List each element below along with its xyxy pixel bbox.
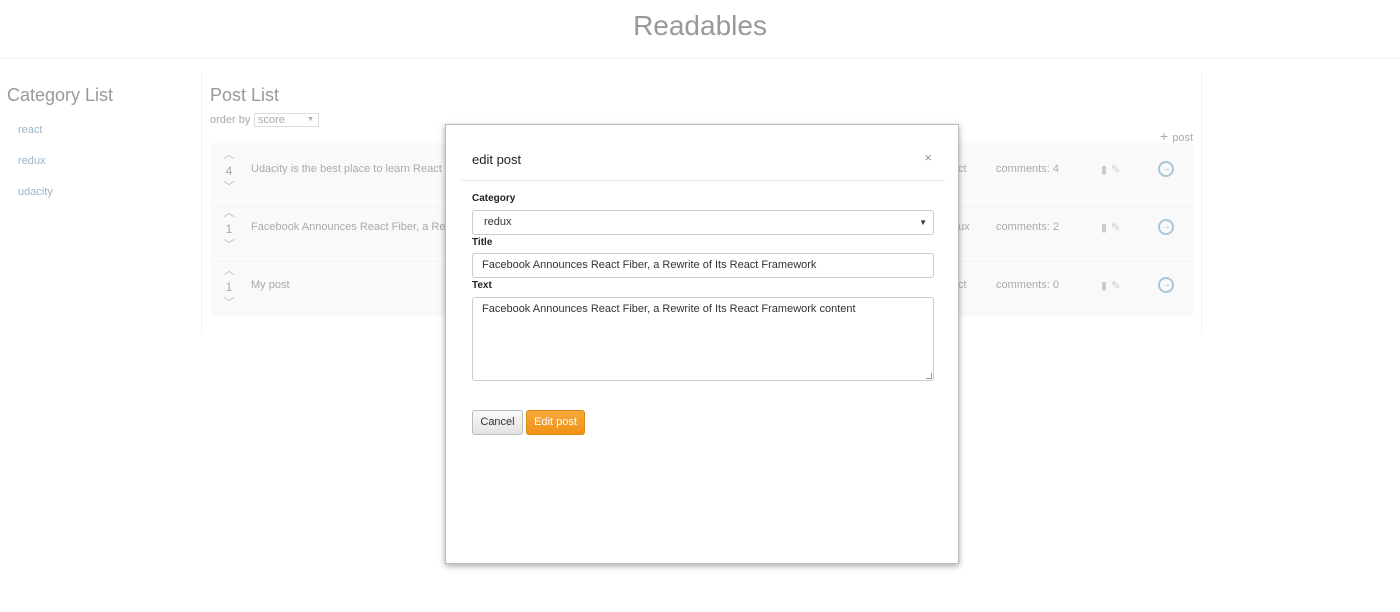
modal-title: edit post <box>472 152 522 167</box>
title-label: Title <box>472 237 493 248</box>
modal-header-divider <box>461 180 945 181</box>
title-input[interactable]: Facebook Announces React Fiber, a Rewrit… <box>472 253 934 278</box>
category-label: Category <box>472 193 516 204</box>
category-select[interactable]: redux ▼ <box>472 210 934 235</box>
edit-post-submit-button[interactable]: Edit post <box>526 410 585 435</box>
text-label: Text <box>472 280 492 291</box>
cancel-button[interactable]: Cancel <box>472 410 523 435</box>
text-textarea-value: Facebook Announces React Fiber, a Rewrit… <box>482 303 856 315</box>
text-textarea[interactable]: Facebook Announces React Fiber, a Rewrit… <box>472 297 934 381</box>
resize-handle-icon[interactable] <box>926 373 932 379</box>
caret-down-icon: ▼ <box>919 218 927 227</box>
close-icon[interactable]: × <box>924 150 932 165</box>
category-select-value: redux <box>484 216 512 228</box>
edit-post-modal: edit post × Category redux ▼ Title Faceb… <box>445 124 959 564</box>
